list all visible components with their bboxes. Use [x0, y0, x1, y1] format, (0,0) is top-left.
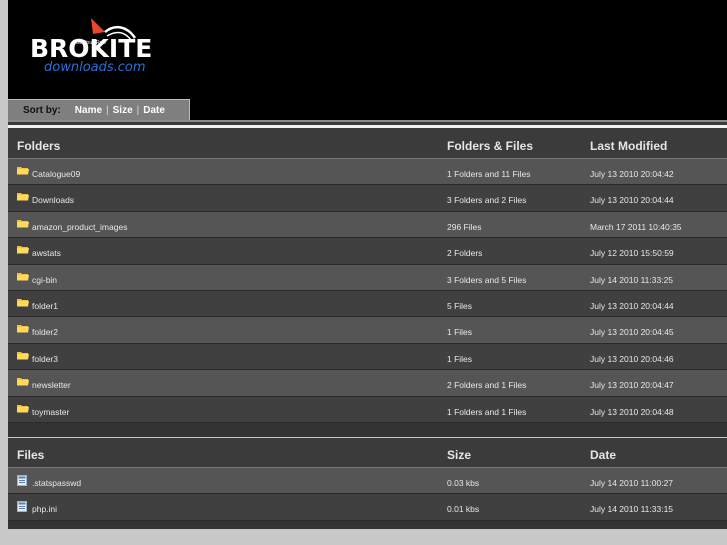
column-header-folders-files[interactable]: Folders & Files	[447, 139, 533, 153]
folder-modified-date: July 13 2010 20:04:46	[590, 353, 674, 364]
folder-icon	[17, 351, 29, 360]
sort-bar: Sort by: Name | Size | Date	[8, 99, 190, 120]
logo[interactable]: BROKITE Gorilous Rule downloads.com	[30, 16, 180, 76]
folder-modified-date: July 13 2010 20:04:47	[590, 380, 674, 391]
folder-contents: 296 Files	[447, 221, 482, 232]
folder-contents: 1 Files	[447, 327, 473, 338]
file-size: 0.03 kbs	[447, 478, 480, 488]
folder-row[interactable]: cgi-bin 3 Folders and 5 Files July 14 2010…	[8, 264, 727, 291]
files-table: Files Size Date .statspasswd 0.03 kbs July…	[8, 438, 727, 529]
column-header-last-modified[interactable]: Last Modified	[590, 139, 667, 153]
folders-table-header: Folders Folders & Files Last Modified	[8, 129, 727, 159]
folder-icon	[17, 193, 29, 201]
header-divider	[8, 120, 727, 129]
folder-contents: 3 Folders and 5 Files	[447, 274, 527, 285]
file-size: 0.01 kbs	[447, 504, 480, 515]
folder-name-link[interactable]: toymaster	[32, 407, 69, 417]
page: BROKITE Gorilous Rule downloads.com Sort…	[8, 0, 727, 545]
sort-by-date-link[interactable]: Date	[143, 105, 165, 116]
section-spacer	[8, 422, 727, 437]
folder-icon	[17, 325, 29, 333]
folder-row[interactable]: awstats 2 Folders July 12 2010 15:50:59	[8, 238, 727, 265]
folders-table-body: Catalogue09 1 Folders and 11 Files July 13…	[8, 159, 727, 423]
folder-modified-date: March 17 2011 10:40:35	[590, 221, 682, 232]
folder-modified-date: July 13 2010 20:04:42	[590, 169, 674, 179]
folder-name-link[interactable]: Downloads	[32, 195, 74, 205]
column-header-date[interactable]: Date	[590, 448, 616, 462]
file-date: July 14 2010 11:00:27	[590, 478, 674, 488]
folder-modified-date: July 13 2010 20:04:44	[590, 300, 674, 311]
folder-icon	[17, 272, 29, 281]
folder-row[interactable]: Downloads 3 Folders and 2 Files July 13 20…	[8, 185, 727, 212]
folder-modified-date: July 13 2010 20:04:48	[590, 406, 674, 417]
folder-row[interactable]: folder3 1 Files July 13 2010 20:04:46	[8, 343, 727, 371]
files-table-body: .statspasswd 0.03 kbs July 14 2010 11:00:2…	[8, 468, 727, 521]
file-icon	[17, 475, 27, 486]
folder-icon	[17, 298, 29, 307]
folder-icon	[17, 378, 29, 386]
column-header-folders[interactable]: Folders	[17, 139, 60, 153]
folder-contents: 3 Folders and 2 Files	[447, 195, 527, 206]
folder-name-link[interactable]: amazon_product_images	[32, 222, 127, 232]
folder-name-link[interactable]: newsletter	[32, 380, 71, 390]
folders-table: Folders Folders & Files Last Modified Ca…	[8, 129, 727, 437]
folder-name-link[interactable]: folder2	[32, 327, 58, 337]
folder-row[interactable]: toymaster 1 Folders and 1 Files July 13 20…	[8, 396, 727, 423]
folder-modified-date: July 12 2010 15:50:59	[590, 248, 674, 259]
sort-separator: |	[106, 104, 109, 116]
folder-name-link[interactable]: Catalogue09	[32, 169, 80, 179]
logo-subtitle: downloads.com	[44, 60, 146, 75]
sort-separator: |	[136, 104, 140, 116]
folder-row[interactable]: folder2 1 Files July 13 2010 20:04:45	[8, 317, 727, 344]
folder-contents: 5 Files	[447, 300, 473, 311]
file-date: July 14 2010 11:33:15	[590, 504, 674, 515]
column-header-size[interactable]: Size	[447, 448, 471, 462]
file-name-link[interactable]: .statspasswd	[32, 478, 81, 488]
folder-contents: 1 Files	[447, 353, 473, 364]
file-icon	[17, 501, 27, 513]
folder-name-link[interactable]: awstats	[32, 248, 61, 258]
logo-tagline: Gorilous Rule	[76, 40, 107, 46]
sort-by-size-link[interactable]: Size	[113, 105, 133, 116]
folder-modified-date: July 13 2010 20:04:44	[590, 195, 674, 206]
folder-icon	[17, 246, 29, 254]
file-name-link[interactable]: php.ini	[32, 504, 57, 514]
folder-modified-date: July 14 2010 11:33:25	[590, 274, 674, 285]
folder-modified-date: July 13 2010 20:04:45	[590, 327, 674, 338]
folder-icon	[17, 219, 29, 228]
folder-row[interactable]: newsletter 2 Folders and 1 Files July 13 2…	[8, 370, 727, 397]
folder-icon	[17, 167, 29, 175]
column-header-files[interactable]: Files	[17, 448, 44, 462]
sort-by-name-link[interactable]: Name	[75, 105, 102, 116]
files-table-header: Files Size Date	[8, 438, 727, 468]
folder-contents: 1 Folders and 1 Files	[447, 406, 527, 417]
folder-name-link[interactable]: folder3	[32, 354, 58, 364]
folder-name-link[interactable]: folder1	[32, 301, 58, 311]
folder-row[interactable]: Catalogue09 1 Folders and 11 Files July 13…	[8, 159, 727, 186]
folder-contents: 1 Folders and 11 Files	[447, 169, 531, 179]
file-row[interactable]: php.ini 0.01 kbs July 14 2010 11:33:15	[8, 494, 727, 521]
folder-icon	[17, 404, 29, 413]
sort-label: Sort by:	[23, 104, 61, 116]
folder-row[interactable]: amazon_product_images 296 Files March 17 2…	[8, 211, 727, 239]
folder-contents: 2 Folders and 1 Files	[447, 380, 527, 391]
folder-row[interactable]: folder1 5 Files July 13 2010 20:04:44	[8, 290, 727, 318]
section-spacer	[8, 520, 727, 529]
folder-name-link[interactable]: cgi-bin	[32, 275, 57, 285]
file-row[interactable]: .statspasswd 0.03 kbs July 14 2010 11:00:2…	[8, 468, 727, 495]
folder-contents: 2 Folders	[447, 248, 483, 259]
site-header: BROKITE Gorilous Rule downloads.com Sort…	[8, 0, 727, 120]
